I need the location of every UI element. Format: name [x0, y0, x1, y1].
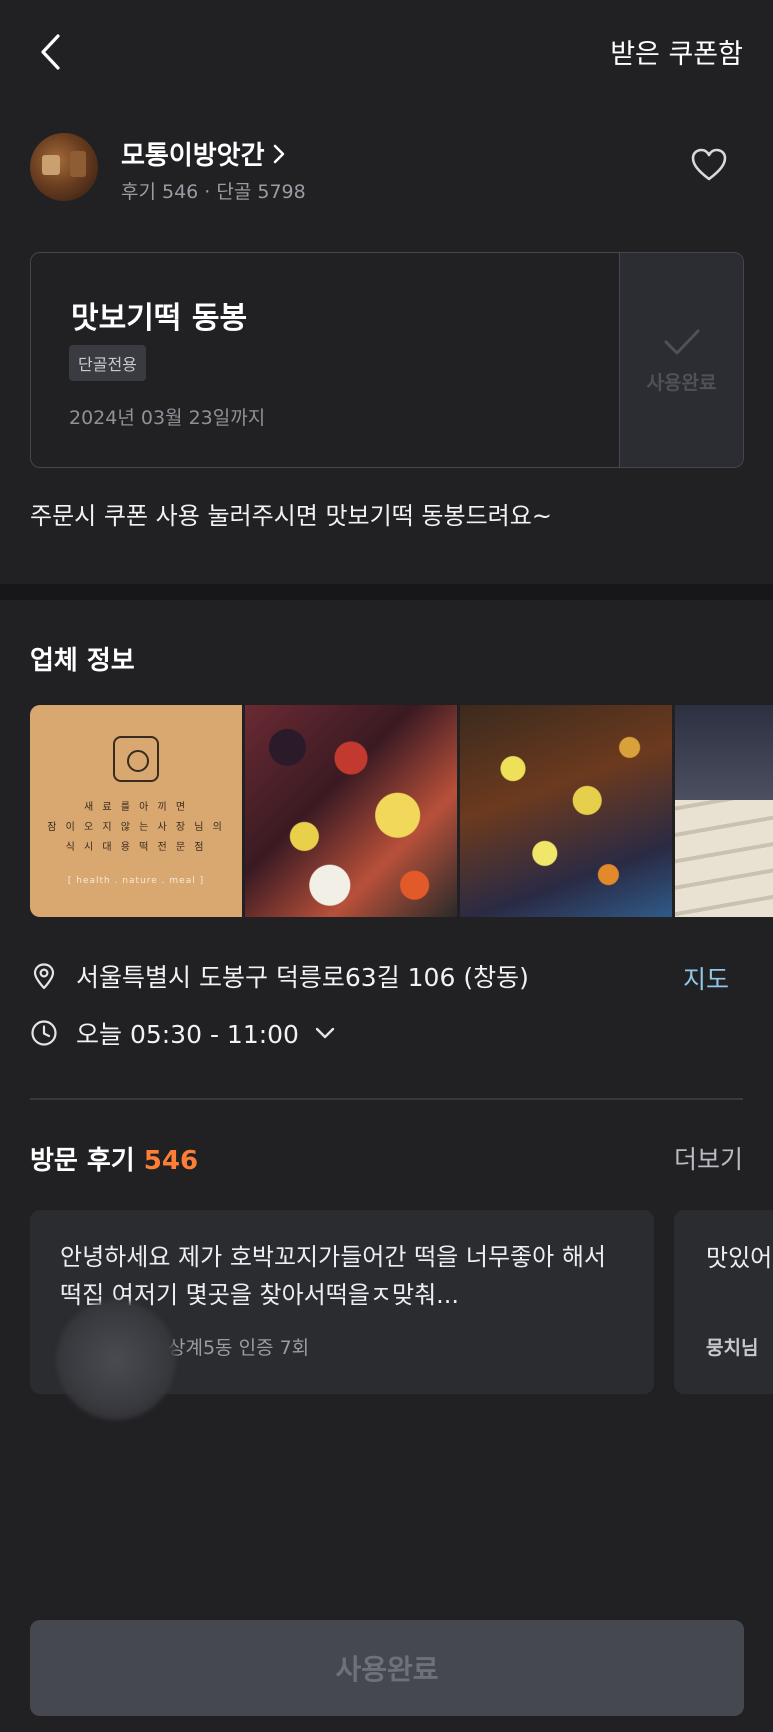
coupon-card: 맛보기떡 동봉 단골전용 2024년 03월 23일까지 사용완료 [30, 252, 744, 468]
store-header: 모통이방앗간 후기 546 · 단골 5798 [30, 133, 743, 203]
top-bar: 받은 쿠폰함 [0, 0, 773, 110]
logo-text-line-1: 새 료 를 아 끼 면 [83, 802, 189, 813]
section-divider [0, 584, 773, 600]
store-address: 서울특별시 도봉구 덕릉로63길 106 (창동) [76, 963, 529, 992]
store-stats: 후기 546 · 단골 5798 [121, 181, 306, 203]
store-name: 모통이방앗간 [121, 141, 265, 171]
review-text: 맛있어 [706, 1244, 773, 1272]
store-photo[interactable] [245, 705, 457, 917]
store-photo[interactable] [675, 705, 773, 917]
back-button[interactable] [30, 30, 70, 74]
location-pin-icon [33, 963, 55, 990]
coupon-title: 맛보기떡 동봉 [71, 301, 248, 336]
business-info-title: 업체 정보 [30, 646, 135, 676]
logo-text-line-3: 식 시 대 용 떡 전 문 점 [65, 842, 207, 853]
store-avatar[interactable] [30, 133, 98, 201]
divider [30, 1098, 743, 1100]
use-coupon-button[interactable]: 사용완료 [30, 1620, 744, 1716]
received-coupons-link[interactable]: 받은 쿠폰함 [610, 32, 743, 71]
reviews-title-label: 방문 후기 [30, 1146, 135, 1176]
coupon-badge: 단골전용 [69, 345, 146, 381]
coupon-status-label: 사용완료 [646, 371, 717, 394]
review-text: 안녕하세요 제가 호박꼬지가들어간 떡을 너무좋아 해서 떡집 여저기 몇곳을 … [60, 1243, 606, 1309]
chevron-down-icon[interactable] [313, 1021, 337, 1045]
logo-text-line-2: 잠 이 오 지 않 는 사 장 님 의 [47, 822, 225, 833]
store-photo-logo[interactable]: 새 료 를 아 끼 면 잠 이 오 지 않 는 사 장 님 의 식 시 대 용 … [30, 705, 242, 917]
chevron-left-icon [41, 34, 60, 70]
hours-row: 오늘 05:30 - 11:00 [30, 1013, 743, 1053]
reviewer-avatar [56, 1300, 176, 1420]
chevron-right-icon [273, 144, 284, 163]
map-link[interactable]: 지도 [683, 960, 729, 996]
check-icon [664, 329, 699, 354]
clock-icon [31, 1020, 57, 1046]
favorite-button[interactable] [689, 145, 729, 185]
logo-subtitle: [ health . nature . meal ] [67, 876, 205, 886]
coupon-status-panel: 사용완료 [619, 253, 743, 467]
store-photo[interactable] [460, 705, 672, 917]
coupon-description: 주문시 쿠폰 사용 눌러주시면 맛보기떡 동봉드려요~ [30, 502, 552, 530]
coupon-expiry: 2024년 03월 23일까지 [69, 407, 266, 429]
business-hours: 오늘 05:30 - 11:00 [76, 1020, 299, 1049]
review-meta: 상계5동 인증 7회 [168, 1337, 310, 1359]
reviews-title: 방문 후기 546 [30, 1140, 198, 1177]
store-logo-icon [113, 736, 159, 782]
reviews-more-link[interactable]: 더보기 [674, 1140, 743, 1176]
address-row: 서울특별시 도봉구 덕릉로63길 106 (창동) 지도 [30, 956, 743, 996]
review-card[interactable]: 맛있어 뭉치님 [674, 1210, 773, 1394]
heart-outline-icon [691, 148, 727, 181]
store-photo-carousel[interactable]: 새 료 를 아 끼 면 잠 이 오 지 않 는 사 장 님 의 식 시 대 용 … [30, 705, 773, 917]
reviews-count: 546 [143, 1146, 199, 1176]
review-meta: 뭉치님 [706, 1337, 759, 1359]
store-name-link[interactable]: 모통이방앗간 [121, 135, 285, 172]
